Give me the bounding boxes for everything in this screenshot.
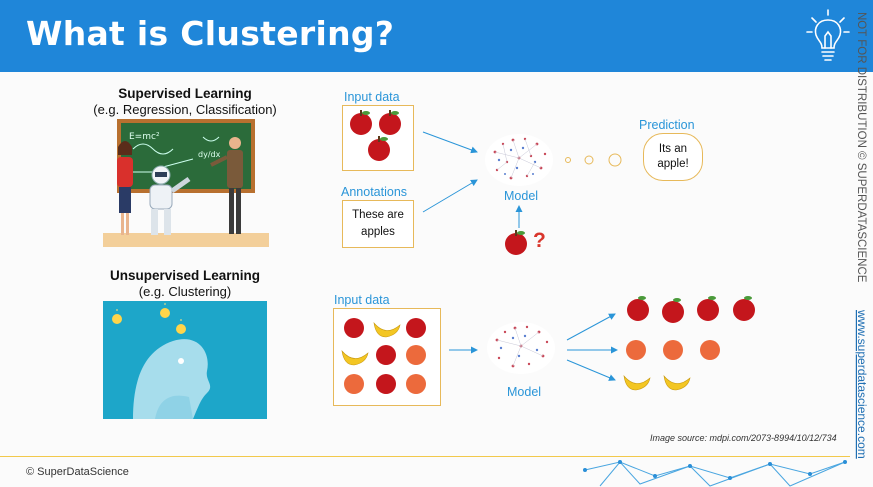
unsupervised-title: Unsupervised Learning — [109, 268, 261, 283]
header-bar: What is Clustering? — [0, 0, 873, 72]
unsupervised-subtitle: (e.g. Clustering) — [138, 284, 232, 299]
network-decoration — [583, 460, 847, 487]
prediction-line-2: apple! — [657, 158, 689, 170]
annotations-label: Annotations — [341, 185, 408, 199]
lightbulb-icon — [806, 9, 850, 61]
supervised-subtitle: (e.g. Regression, Classification) — [93, 102, 277, 117]
peach-cluster — [626, 340, 720, 360]
annotation-box: These are apples — [342, 200, 414, 248]
apple-group-supervised — [350, 110, 401, 161]
apple-cluster — [627, 299, 755, 323]
arrow-input-to-model — [422, 131, 478, 154]
ai-thinking-illustration — [103, 301, 267, 419]
footer-divider — [0, 456, 850, 457]
question-mark-icon: ? — [533, 229, 546, 252]
board-formula-2: dy/dx — [198, 150, 221, 159]
unsupervised-input-label: Input data — [334, 293, 390, 307]
supervised-model-label: Model — [504, 189, 539, 203]
supervised-title: Supervised Learning — [118, 86, 252, 101]
arrow-to-bananas — [566, 359, 616, 381]
classroom-illustration: E=mc² dy/dx — [103, 119, 269, 247]
annotation-line-1: These are — [352, 209, 404, 221]
page-title: What is Clustering? — [26, 14, 395, 53]
apple-icon — [350, 110, 401, 161]
mixed-fruit-grid — [341, 318, 426, 394]
thought-dot-2 — [584, 155, 594, 165]
arrow-annotation-to-model — [422, 179, 478, 213]
annotation-line-2: apples — [361, 226, 395, 238]
thought-dot-3 — [608, 153, 622, 167]
brain-icon — [485, 134, 553, 186]
side-notice: NOT FOR DISTRIBUTION © SUPERDATASCIENCE … — [852, 10, 872, 480]
image-source: Image source: mdpi.com/2073-8994/10/12/7… — [650, 433, 837, 443]
prediction-bubble: Its an apple! — [643, 133, 703, 181]
board-formula-1: E=mc² — [129, 132, 160, 142]
unsupervised-model-label: Model — [507, 385, 542, 399]
clusters-output — [623, 296, 755, 391]
distribution-notice: NOT FOR DISTRIBUTION © SUPERDATASCIENCE — [855, 12, 867, 283]
prediction-line-1: Its an — [658, 143, 688, 155]
brain-icon-2 — [487, 322, 555, 374]
query-apple-icon — [505, 230, 527, 255]
arrow-to-apples — [566, 313, 616, 341]
thought-dot-1 — [565, 157, 571, 163]
website-link[interactable]: www.superdatascience.com — [855, 309, 869, 459]
supervised-input-label: Input data — [344, 90, 400, 104]
prediction-label: Prediction — [639, 118, 695, 132]
copyright: © SuperDataScience — [26, 466, 129, 478]
banana-cluster — [623, 375, 691, 391]
